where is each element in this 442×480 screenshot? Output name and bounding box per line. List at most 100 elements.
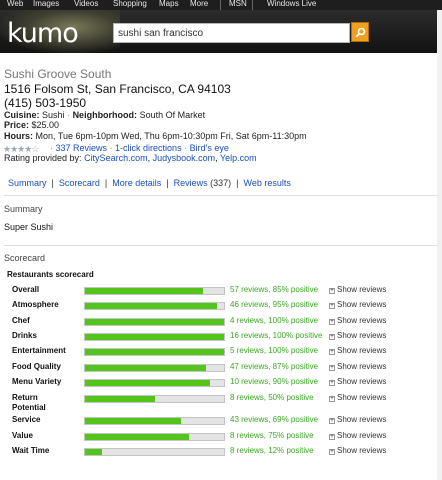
directions-link[interactable]: 1-click directions [115, 143, 182, 153]
nav-windows-live[interactable]: Windows Live [267, 0, 316, 9]
search-button[interactable] [351, 22, 369, 42]
tab-web-results[interactable]: Web results [244, 178, 291, 188]
show-reviews-label: Show reviews [337, 331, 387, 340]
scorecard-row-label: Atmosphere [12, 300, 59, 309]
scorecard-bar-fill [85, 334, 224, 340]
header: kumo [0, 10, 442, 53]
scorecard-row: Food Quality 47 reviews, 87% positive + Sho… [0, 362, 442, 376]
scorecard-row-stat[interactable]: 8 reviews, 12% positive [230, 446, 314, 455]
reviews-link[interactable]: 337 Reviews [56, 143, 108, 153]
scorecard-row-stat[interactable]: 8 reviews, 75% positive [230, 431, 314, 440]
show-reviews-button[interactable]: + Show reviews [329, 431, 386, 440]
hours-line: Hours: Mon, Tue 6pm-10pm Wed, Thu 6pm-10… [4, 131, 307, 141]
summary-text: Super Sushi [4, 222, 54, 232]
expand-plus-icon: + [329, 349, 335, 355]
scorecard-row-stat[interactable]: 57 reviews, 85% positive [230, 285, 318, 294]
show-reviews-button[interactable]: + Show reviews [329, 377, 386, 386]
summary-title: Summary [4, 204, 43, 214]
expand-plus-icon: + [329, 380, 335, 386]
scorecard-row-stat[interactable]: 5 reviews, 100% positive [230, 346, 318, 355]
tab-scorecard[interactable]: Scorecard [59, 178, 100, 188]
scorecard-row-label: Food Quality [12, 362, 61, 371]
business-address: 1516 Folsom St, San Francisco, CA 94103 [4, 82, 231, 96]
show-reviews-label: Show reviews [337, 300, 387, 309]
show-reviews-button[interactable]: + Show reviews [329, 393, 386, 402]
nav-web[interactable]: Web [7, 0, 23, 9]
scorecard-bar [84, 302, 225, 310]
scorecard-bar-fill [85, 449, 102, 455]
show-reviews-button[interactable]: + Show reviews [329, 300, 386, 309]
scorecard-bar [84, 318, 225, 326]
show-reviews-button[interactable]: + Show reviews [329, 316, 386, 325]
show-reviews-label: Show reviews [337, 316, 387, 325]
show-reviews-button[interactable]: + Show reviews [329, 346, 386, 355]
scorecard-bar [84, 348, 225, 356]
hours-value: Mon, Tue 6pm-10pm Wed, Thu 6pm-10:30pm F… [35, 131, 307, 141]
kumo-logo[interactable]: kumo [7, 20, 79, 47]
nav-msn[interactable]: MSN [229, 0, 247, 9]
show-reviews-label: Show reviews [337, 415, 387, 424]
scorecard-row-label: Entertainment [12, 346, 66, 355]
nav-divider [252, 0, 253, 10]
tab-summary[interactable]: Summary [8, 178, 47, 188]
expand-plus-icon: + [329, 319, 335, 325]
show-reviews-label: Show reviews [337, 346, 387, 355]
scorecard-row-label: Wait Time [12, 446, 50, 455]
scorecard-row-stat[interactable]: 4 reviews, 100% positive [230, 316, 318, 325]
scorecard-row-stat[interactable]: 43 reviews, 69% positive [230, 415, 318, 424]
nav-more[interactable]: More [190, 0, 208, 9]
price-line: Price: $25.00 [4, 120, 59, 130]
scorecard-bar-fill [85, 380, 211, 386]
provider-citysearch[interactable]: CitySearch.com [84, 153, 148, 163]
show-reviews-button[interactable]: + Show reviews [329, 415, 386, 424]
nav-maps[interactable]: Maps [159, 0, 179, 9]
scorecard-row-stat[interactable]: 8 reviews, 50% positive [230, 393, 314, 402]
scorecard-row: Atmosphere 46 reviews, 95% positive + Show … [0, 300, 442, 314]
scorecard-bar [84, 287, 225, 295]
tab-more-details[interactable]: More details [112, 178, 161, 188]
expand-plus-icon: + [329, 434, 335, 440]
scorecard-subtitle: Restaurants scorecard [7, 270, 94, 279]
provider-judysbook[interactable]: Judysbook.com [153, 153, 216, 163]
business-name: Sushi Groove South [4, 67, 112, 81]
show-reviews-label: Show reviews [337, 377, 387, 386]
scorecard-row-stat[interactable]: 47 reviews, 87% positive [230, 362, 318, 371]
show-reviews-button[interactable]: + Show reviews [329, 331, 386, 340]
show-reviews-label: Show reviews [337, 285, 387, 294]
scorecard-bar-fill [85, 319, 224, 325]
nav-images[interactable]: Images [33, 0, 59, 9]
expand-plus-icon: + [329, 365, 335, 371]
scorecard-bar [84, 379, 225, 387]
provider-yelp[interactable]: Yelp.com [220, 153, 257, 163]
show-reviews-button[interactable]: + Show reviews [329, 362, 386, 371]
scorecard-bar [84, 333, 225, 341]
tab-reviews[interactable]: Reviews [174, 178, 208, 188]
birdseye-link[interactable]: Bird's eye [190, 143, 229, 153]
scorecard-row: Drinks 16 reviews, 100% positive + Show rev… [0, 331, 442, 345]
expand-plus-icon: + [329, 396, 335, 402]
cuisine-line: Cuisine: Sushi · Neighborhood: South Of … [4, 110, 206, 120]
section-tabs: Summary | Scorecard | More details | Reviews (… [8, 178, 291, 188]
price-value: $25.00 [31, 120, 60, 130]
search-input[interactable] [113, 23, 350, 43]
scorecard-row-stat[interactable]: 16 reviews, 100% positive [230, 331, 323, 340]
neighborhood-value: South Of Market [139, 110, 206, 120]
show-reviews-label: Show reviews [337, 431, 387, 440]
scorecard-bar-fill [85, 418, 181, 424]
scorecard-row-label: Drinks [12, 331, 37, 340]
cuisine-label: Cuisine: [4, 110, 40, 120]
show-reviews-label: Show reviews [337, 446, 387, 455]
scorecard-bar-fill [85, 303, 218, 309]
scorecard-row: Entertainment 5 reviews, 100% positive + Sh… [0, 346, 442, 360]
scrollbar[interactable] [437, 10, 442, 480]
show-reviews-button[interactable]: + Show reviews [329, 446, 386, 455]
show-reviews-label: Show reviews [337, 393, 387, 402]
nav-shopping[interactable]: Shopping [113, 0, 147, 9]
scorecard-row-stat[interactable]: 10 reviews, 90% positive [230, 377, 318, 386]
show-reviews-button[interactable]: + Show reviews [329, 285, 386, 294]
scorecard-bar [84, 395, 225, 403]
hours-label: Hours: [4, 131, 33, 141]
business-phone: (415) 503-1950 [4, 96, 87, 110]
scorecard-row-stat[interactable]: 46 reviews, 95% positive [230, 300, 318, 309]
nav-videos[interactable]: Videos [74, 0, 98, 9]
